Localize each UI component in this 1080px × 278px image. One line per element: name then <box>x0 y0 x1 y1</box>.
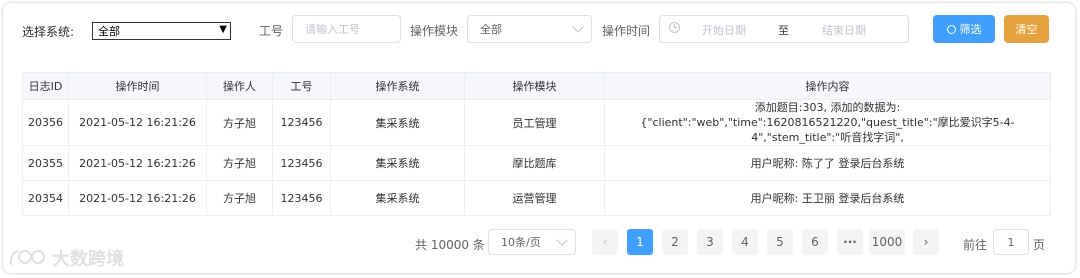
cell-content: 用户昵称: 王卫丽 登录后台系统 <box>604 180 1051 216</box>
range-separator: 至 <box>778 24 789 37</box>
page-button-1[interactable]: 1 <box>627 229 653 255</box>
watermark-logo-icon <box>9 250 45 266</box>
clear-button-label: 清空 <box>1015 23 1038 36</box>
end-date-input[interactable]: 结束日期 <box>822 22 866 38</box>
cell-content: 添加题目:303, 添加的数据为: {"client":"web","time"… <box>604 99 1051 146</box>
page-button-last[interactable]: 1000 <box>869 229 905 255</box>
page-button-4[interactable]: 4 <box>732 229 758 255</box>
module-select[interactable]: 全部 <box>467 15 592 43</box>
system-select-value: 全部 <box>98 25 120 38</box>
filter-button[interactable]: 筛选 <box>933 15 995 43</box>
goto-suffix: 页 <box>1033 238 1046 252</box>
cell-id: 20355 <box>22 145 69 181</box>
cell-operator: 方子旭 <box>206 145 273 181</box>
filter-button-label: 筛选 <box>959 23 982 36</box>
cell-content: 用户昵称: 陈了了 登录后台系统 <box>604 145 1051 181</box>
table-row[interactable]: 20355 2021-05-12 16:21:26 方子旭 123456 集采系… <box>22 145 1051 181</box>
page-button-6[interactable]: 6 <box>802 229 828 255</box>
page-button-3[interactable]: 3 <box>697 229 723 255</box>
staff-no-input[interactable]: 请输入工号 <box>292 15 401 43</box>
table-row[interactable]: 20356 2021-05-12 16:21:26 方子旭 123456 集采系… <box>22 99 1051 146</box>
staff-no-label: 工号 <box>259 24 284 38</box>
staff-no-placeholder: 请输入工号 <box>305 23 360 36</box>
page-button-2[interactable]: 2 <box>662 229 688 255</box>
column-header: 工号 <box>272 72 331 100</box>
chevron-down-icon <box>572 21 584 33</box>
total-count: 共 10000 条 <box>415 238 485 252</box>
cell-system: 集采系统 <box>330 99 465 146</box>
more-pages-button[interactable]: ··· <box>837 229 863 255</box>
page-size-select[interactable]: 10条/页 <box>488 229 576 255</box>
time-label: 操作时间 <box>602 24 651 38</box>
column-header: 操作模块 <box>464 72 605 100</box>
next-page-button[interactable]: › <box>913 229 939 255</box>
cell-staff-no: 123456 <box>272 99 331 146</box>
chevron-down-icon: ▼ <box>219 24 227 35</box>
goto-page-input[interactable]: 1 <box>993 229 1029 255</box>
page-button-5[interactable]: 5 <box>767 229 793 255</box>
chevron-left-icon: ‹ <box>602 235 608 249</box>
cell-module: 员工管理 <box>464 99 605 146</box>
cell-operator: 方子旭 <box>206 180 273 216</box>
cell-staff-no: 123456 <box>272 145 331 181</box>
module-label: 操作模块 <box>410 24 459 38</box>
column-header: 操作内容 <box>604 72 1051 100</box>
search-icon <box>946 24 956 34</box>
cell-system: 集采系统 <box>330 145 465 181</box>
cell-id: 20354 <box>22 180 69 216</box>
table-header-row: 日志ID 操作时间 操作人 工号 操作系统 操作模块 操作内容 <box>22 72 1051 100</box>
module-select-value: 全部 <box>480 23 502 36</box>
cell-staff-no: 123456 <box>272 180 331 216</box>
cell-id: 20356 <box>22 99 69 146</box>
log-table: 日志ID 操作时间 操作人 工号 操作系统 操作模块 操作内容 20356 20… <box>22 72 1051 216</box>
column-header: 日志ID <box>22 72 69 100</box>
date-range-picker[interactable]: 开始日期 至 结束日期 <box>659 15 909 43</box>
clear-button[interactable]: 清空 <box>1004 15 1049 43</box>
goto-page-value: 1 <box>1007 235 1015 249</box>
clock-icon <box>669 22 680 33</box>
watermark-text: 大数跨境 <box>52 249 124 270</box>
system-label: 选择系统: <box>22 25 75 39</box>
cell-operator: 方子旭 <box>206 99 273 146</box>
chevron-right-icon: › <box>923 235 929 249</box>
cell-module: 摩比题库 <box>464 145 605 181</box>
goto-label: 前往 <box>963 238 988 252</box>
cell-module: 运营管理 <box>464 180 605 216</box>
chevron-down-icon <box>556 234 568 246</box>
watermark: 大数跨境 <box>8 245 124 271</box>
column-header: 操作时间 <box>68 72 207 100</box>
prev-page-button[interactable]: ‹ <box>592 229 618 255</box>
page-size-value: 10条/页 <box>501 236 541 249</box>
table-row[interactable]: 20354 2021-05-12 16:21:26 方子旭 123456 集采系… <box>22 180 1051 216</box>
start-date-input[interactable]: 开始日期 <box>702 22 746 38</box>
cell-time: 2021-05-12 16:21:26 <box>68 99 207 146</box>
column-header: 操作人 <box>206 72 273 100</box>
cell-time: 2021-05-12 16:21:26 <box>68 180 207 216</box>
column-header: 操作系统 <box>330 72 465 100</box>
system-select[interactable]: 全部 ▼ <box>92 22 231 40</box>
cell-system: 集采系统 <box>330 180 465 216</box>
cell-time: 2021-05-12 16:21:26 <box>68 145 207 181</box>
